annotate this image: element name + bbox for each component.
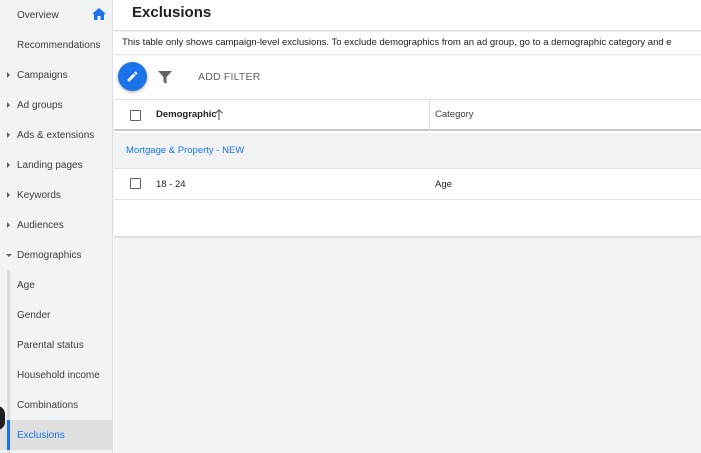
exclusions-table: Demographic Category Mortgage & Property… xyxy=(114,99,701,236)
table-header: Demographic Category xyxy=(114,100,701,131)
nav-item-audiences[interactable]: Audiences xyxy=(0,210,113,240)
nav-item-label: Demographics xyxy=(17,249,82,261)
nav-item-label: Landing pages xyxy=(17,159,83,171)
nav-item-label: Combinations xyxy=(17,399,79,411)
main-content: Exclusions This table only shows campaig… xyxy=(114,0,701,453)
cell-category: Age xyxy=(435,179,452,190)
page-title: Exclusions xyxy=(132,4,212,21)
nav-item-label: Age xyxy=(17,279,35,291)
nav-item-label: Parental status xyxy=(17,339,84,351)
page-header: Exclusions xyxy=(114,0,701,31)
nav-item-gender[interactable]: Gender xyxy=(0,300,113,330)
nav-item-combinations[interactable]: Combinations xyxy=(0,390,113,420)
campaign-link[interactable]: Mortgage & Property - NEW xyxy=(126,145,244,156)
column-header-category[interactable]: Category xyxy=(435,109,474,120)
home-icon[interactable] xyxy=(92,8,106,20)
nav-item-overview[interactable]: Overview xyxy=(0,0,113,30)
chevron-right-icon xyxy=(7,72,10,78)
nav-item-label: Household income xyxy=(17,369,100,381)
nav-item-exclusions[interactable]: Exclusions xyxy=(0,420,113,450)
filter-icon[interactable] xyxy=(158,71,172,84)
arrow-up-icon[interactable] xyxy=(214,109,224,120)
pencil-icon xyxy=(127,71,138,82)
chevron-right-icon xyxy=(7,132,10,138)
nav-item-parental-status[interactable]: Parental status xyxy=(0,330,113,360)
edit-button[interactable] xyxy=(118,62,147,91)
nav-item-label: Recommendations xyxy=(17,39,101,51)
nav-item-label: Campaigns xyxy=(17,69,68,81)
cell-demographic: 18 - 24 xyxy=(156,179,186,190)
add-filter-button[interactable]: ADD FILTER xyxy=(198,71,260,83)
info-text: This table only shows campaign-level exc… xyxy=(122,37,672,48)
nav-item-label: Gender xyxy=(17,309,51,321)
chevron-right-icon xyxy=(7,222,10,228)
select-all-checkbox[interactable] xyxy=(130,110,141,121)
table-row: 18 - 24 Age xyxy=(114,169,701,200)
nav-item-demographics[interactable]: Demographics xyxy=(0,240,113,270)
nav-item-ads-extensions[interactable]: Ads & extensions xyxy=(0,120,113,150)
toolbar: ADD FILTER xyxy=(114,56,701,100)
nav-item-keywords[interactable]: Keywords xyxy=(0,180,113,210)
column-header-demographic[interactable]: Demographic xyxy=(156,109,217,120)
sidebar: Overview Recommendations Campaigns Ad gr… xyxy=(0,0,113,453)
active-indicator xyxy=(7,420,10,450)
nav-item-household-income[interactable]: Household income xyxy=(0,360,113,390)
chevron-down-icon xyxy=(6,253,12,257)
row-checkbox[interactable] xyxy=(130,178,141,189)
nav-item-label: Ads & extensions xyxy=(17,129,95,141)
info-banner: This table only shows campaign-level exc… xyxy=(114,32,701,55)
campaign-group-row: Mortgage & Property - NEW xyxy=(114,133,701,169)
chevron-right-icon xyxy=(7,102,10,108)
nav-item-age[interactable]: Age xyxy=(0,270,113,300)
nav-item-ad-groups[interactable]: Ad groups xyxy=(0,90,113,120)
nav-item-campaigns[interactable]: Campaigns xyxy=(0,60,113,90)
nav-item-landing-pages[interactable]: Landing pages xyxy=(0,150,113,180)
nav-item-label: Overview xyxy=(17,9,59,21)
column-divider[interactable] xyxy=(429,100,430,131)
chevron-right-icon xyxy=(7,192,10,198)
nav-item-recommendations[interactable]: Recommendations xyxy=(0,30,113,60)
chevron-right-icon xyxy=(7,162,10,168)
